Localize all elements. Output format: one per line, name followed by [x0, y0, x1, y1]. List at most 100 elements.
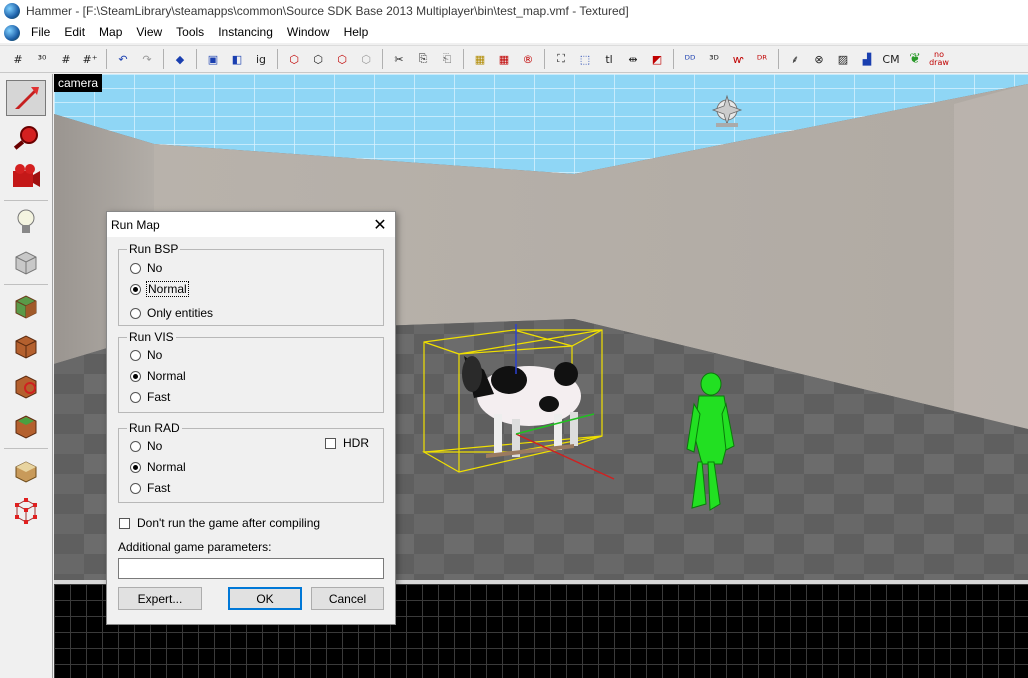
camera-tool-icon[interactable]: [6, 160, 46, 196]
toolbar-separator: [382, 49, 383, 69]
expert-button[interactable]: Expert...: [118, 587, 202, 610]
menu-bar: File Edit Map View Tools Instancing Wind…: [0, 22, 1028, 43]
cordon-label[interactable]: CM: [880, 48, 902, 70]
hdr-checkbox[interactable]: HDR: [325, 436, 369, 450]
radio-circle-selected[interactable]: [130, 370, 141, 382]
bsp-no-label: No: [147, 261, 163, 275]
checkbox-box[interactable]: [119, 517, 130, 529]
radio-circle[interactable]: [130, 349, 141, 361]
menu-map[interactable]: Map: [92, 22, 129, 43]
additional-params-label: Additional game parameters:: [118, 540, 272, 554]
bsp-only-entities-radio[interactable]: Only entities: [130, 306, 213, 320]
3d-models-icon[interactable]: ³ᴰ: [703, 48, 725, 70]
radio-circle[interactable]: [130, 307, 141, 319]
hide-items-icon[interactable]: ⱳ: [727, 48, 749, 70]
close-icon[interactable]: ✕: [365, 212, 395, 237]
no-draw-icon[interactable]: no draw: [928, 48, 950, 70]
radio-circle[interactable]: [130, 440, 141, 452]
run-map-dialog: Run Map ✕ Run BSP No Normal Only entitie…: [106, 211, 396, 625]
split-icon[interactable]: ⸙: [784, 48, 806, 70]
smaller-grid-icon[interactable]: #: [55, 48, 77, 70]
entity-tool-icon[interactable]: [6, 204, 46, 240]
magnify-tool-icon[interactable]: [6, 120, 46, 156]
toggle-texture-lock-icon[interactable]: ▦: [469, 48, 491, 70]
checkbox-box[interactable]: [325, 437, 336, 449]
texture-scaling-lock-icon[interactable]: ▦: [493, 48, 515, 70]
texture-browser-icon[interactable]: ▨: [832, 48, 854, 70]
menu-view[interactable]: View: [129, 22, 169, 43]
rad-fast-radio[interactable]: Fast: [130, 481, 170, 495]
tool-separator: [4, 200, 48, 201]
radio-circle-selected[interactable]: [130, 461, 141, 473]
paste-icon[interactable]: ⎗: [436, 48, 458, 70]
run-vis-group: Run VIS No Normal Fast: [118, 330, 384, 413]
run-bsp-group: Run BSP No Normal Only entities: [118, 242, 384, 326]
rad-no-radio[interactable]: No: [130, 439, 162, 453]
run-vis-label: Run VIS: [127, 330, 176, 344]
unhide-icon[interactable]: ⬡: [331, 48, 353, 70]
bsp-no-radio[interactable]: No: [130, 261, 162, 275]
hide-selected-icon[interactable]: ⬡: [283, 48, 305, 70]
visgroup-icon[interactable]: ⬡: [355, 48, 377, 70]
radio-circle[interactable]: [130, 482, 141, 494]
vis-fast-radio[interactable]: Fast: [130, 390, 170, 404]
larger-grid-icon[interactable]: #⁺: [79, 48, 101, 70]
entity-report-icon[interactable]: ⊗: [808, 48, 830, 70]
vis-fast-label: Fast: [147, 390, 171, 404]
dont-run-game-checkbox[interactable]: Don't run the game after compiling: [119, 516, 320, 530]
selection-tool-icon[interactable]: [6, 80, 46, 116]
vis-normal-radio[interactable]: Normal: [130, 369, 186, 383]
menu-tools[interactable]: Tools: [169, 22, 211, 43]
menu-help[interactable]: Help: [337, 22, 376, 43]
ok-button[interactable]: OK: [228, 587, 302, 610]
run-rad-label: Run RAD: [127, 421, 182, 435]
cancel-button[interactable]: Cancel: [311, 587, 384, 610]
cut-icon[interactable]: ✂: [388, 48, 410, 70]
toolbar-tl-icon[interactable]: tl: [598, 48, 620, 70]
flip-horizontal-icon[interactable]: ⇹: [622, 48, 644, 70]
rad-normal-label: Normal: [147, 460, 186, 474]
menu-window[interactable]: Window: [280, 22, 337, 43]
radius-culling-icon[interactable]: ®: [517, 48, 539, 70]
redo-icon[interactable]: ↷: [136, 48, 158, 70]
bsp-normal-label: Normal: [146, 281, 189, 297]
ignore-groups-icon[interactable]: ig: [250, 48, 272, 70]
hide-unselected-icon[interactable]: ⬡: [307, 48, 329, 70]
window-titlebar: Hammer - [F:\SteamLibrary\steamapps\comm…: [0, 0, 1028, 22]
texture-application-icon[interactable]: [6, 288, 46, 324]
leaf-icon[interactable]: ❦: [904, 48, 926, 70]
block-tool-icon[interactable]: [6, 244, 46, 280]
dialog-titlebar[interactable]: Run Map ✕: [107, 212, 395, 237]
select-by-handles-icon[interactable]: ⬚: [574, 48, 596, 70]
copy-icon[interactable]: ⎘: [412, 48, 434, 70]
undo-icon[interactable]: ↶: [112, 48, 134, 70]
radio-circle[interactable]: [130, 391, 141, 403]
overlay-tool-icon[interactable]: [6, 408, 46, 444]
radio-circle-selected[interactable]: [130, 283, 141, 295]
decal-tool-icon[interactable]: [6, 368, 46, 404]
show-items-icon[interactable]: ᴰᴿ: [751, 48, 773, 70]
menu-instancing[interactable]: Instancing: [211, 22, 280, 43]
group-icon[interactable]: ▣: [202, 48, 224, 70]
3d-grid-icon[interactable]: ³⁰: [31, 48, 53, 70]
menu-edit[interactable]: Edit: [57, 22, 92, 43]
carve-icon[interactable]: ◆: [169, 48, 191, 70]
2d-models-icon[interactable]: ᴰᴰ: [679, 48, 701, 70]
additional-params-input[interactable]: [118, 558, 384, 579]
ungroup-icon[interactable]: ◧: [226, 48, 248, 70]
vis-no-radio[interactable]: No: [130, 348, 162, 362]
clipping-tool-icon[interactable]: [6, 452, 46, 488]
document-icon[interactable]: [4, 24, 20, 41]
grid-toggle-icon[interactable]: #: [7, 48, 29, 70]
vertex-tool-icon[interactable]: [6, 492, 46, 528]
radio-circle[interactable]: [130, 262, 141, 274]
bsp-normal-radio[interactable]: Normal: [130, 281, 189, 297]
menu-file[interactable]: File: [24, 22, 57, 43]
rad-no-label: No: [147, 439, 163, 453]
run-bsp-label: Run BSP: [127, 242, 181, 256]
workspace-icon[interactable]: ▟: [856, 48, 878, 70]
rad-normal-radio[interactable]: Normal: [130, 460, 186, 474]
apply-current-texture-icon[interactable]: [6, 328, 46, 364]
helpers-icon[interactable]: ⛶: [550, 48, 572, 70]
flip-vertical-icon[interactable]: ◩: [646, 48, 668, 70]
